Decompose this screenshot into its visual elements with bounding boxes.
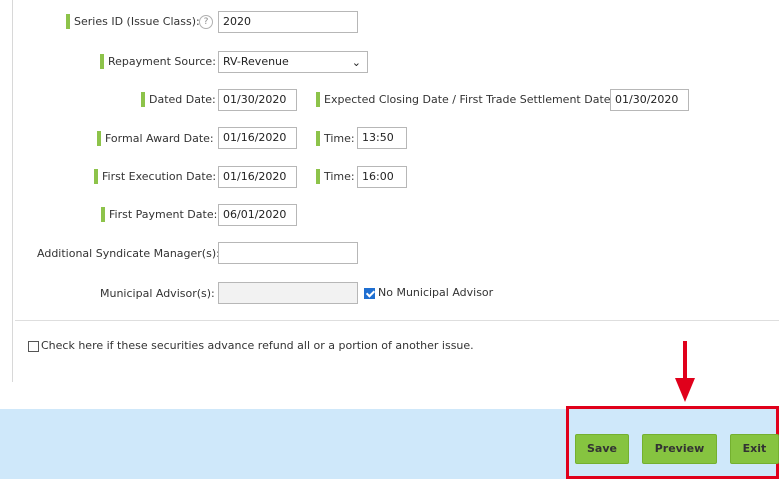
repayment-source-select[interactable]: RV-Revenue ⌄ xyxy=(218,51,368,73)
required-marker xyxy=(316,92,320,107)
formal-award-time-label: Time: xyxy=(324,132,355,145)
required-marker xyxy=(141,92,145,107)
municipal-advisor-input[interactable] xyxy=(218,282,358,304)
required-marker xyxy=(316,169,320,184)
formal-award-time-input[interactable]: 13:50 xyxy=(357,127,407,149)
repayment-source-label: Repayment Source: xyxy=(108,55,216,68)
repayment-source-value: RV-Revenue xyxy=(223,55,289,68)
annotation-arrow-shaft xyxy=(683,341,687,381)
annotation-arrow-head xyxy=(675,378,695,402)
first-execution-date-input[interactable]: 01/16/2020 xyxy=(218,166,297,188)
required-marker xyxy=(66,14,70,29)
series-id-input[interactable]: 2020 xyxy=(218,11,358,33)
no-municipal-advisor-label: No Municipal Advisor xyxy=(378,286,494,299)
first-execution-date-label: First Execution Date: xyxy=(102,170,217,183)
chevron-down-icon: ⌄ xyxy=(351,56,361,69)
formal-award-date-label: Formal Award Date: xyxy=(105,132,214,145)
dated-date-input[interactable]: 01/30/2020 xyxy=(218,89,297,111)
advance-refund-checkbox[interactable] xyxy=(28,341,39,352)
no-municipal-advisor-checkbox[interactable] xyxy=(364,288,375,299)
formal-award-date-input[interactable]: 01/16/2020 xyxy=(218,127,297,149)
municipal-advisor-label: Municipal Advisor(s): xyxy=(100,287,215,300)
additional-syndicate-label: Additional Syndicate Manager(s): xyxy=(37,247,220,260)
first-execution-time-input[interactable]: 16:00 xyxy=(357,166,407,188)
first-payment-date-label: First Payment Date: xyxy=(109,208,218,221)
first-execution-time-label: Time: xyxy=(324,170,355,183)
required-marker xyxy=(316,131,320,146)
required-marker xyxy=(101,207,105,222)
save-button[interactable]: Save xyxy=(575,434,629,464)
expected-closing-label: Expected Closing Date / First Trade Sett… xyxy=(324,93,615,106)
help-icon[interactable]: ? xyxy=(199,15,213,29)
first-payment-date-input[interactable]: 06/01/2020 xyxy=(218,204,297,226)
expected-closing-input[interactable]: 01/30/2020 xyxy=(610,89,689,111)
advance-refund-label: Check here if these securities advance r… xyxy=(41,339,474,352)
additional-syndicate-input[interactable] xyxy=(218,242,358,264)
series-id-label: Series ID (Issue Class): xyxy=(74,15,200,28)
preview-button[interactable]: Preview xyxy=(642,434,717,464)
left-border xyxy=(12,0,13,382)
required-marker xyxy=(94,169,98,184)
required-marker xyxy=(100,54,104,69)
divider xyxy=(15,320,779,321)
required-marker xyxy=(97,131,101,146)
exit-button[interactable]: Exit xyxy=(730,434,779,464)
dated-date-label: Dated Date: xyxy=(149,93,216,106)
